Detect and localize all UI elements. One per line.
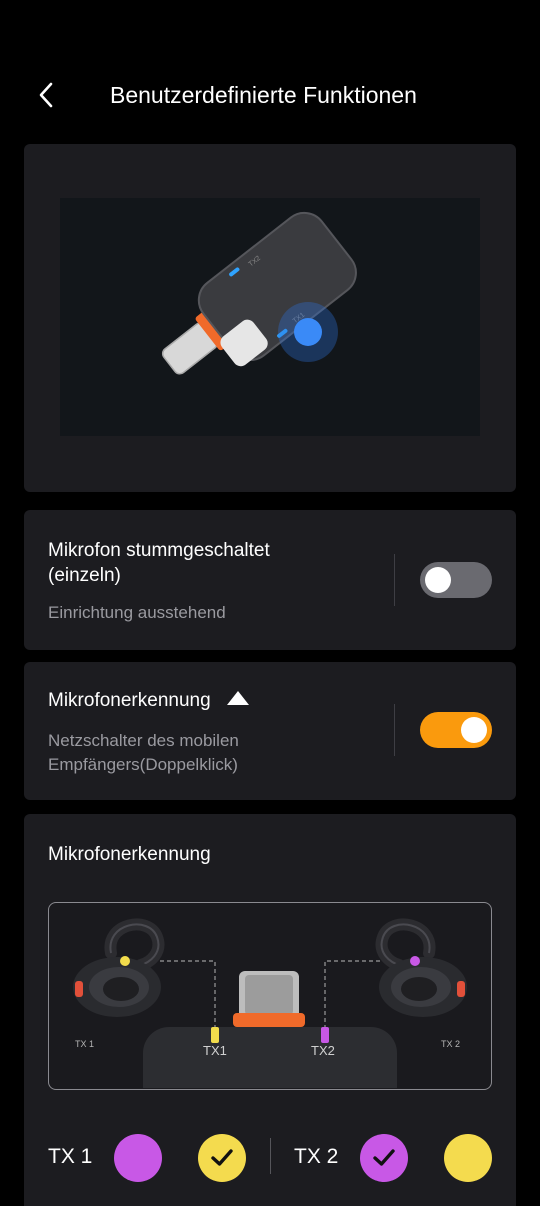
divider	[270, 1138, 271, 1174]
device-illustration: TX2 TX1	[60, 198, 480, 436]
usb-receiver-image: TX2 TX1	[161, 211, 357, 375]
device-preview-card: TX2 TX1	[24, 144, 516, 492]
tx1-label: TX 1	[48, 1145, 93, 1168]
mic-detection-card: Mikrofonerkennung TX 1 TX 2 TX1 TX2 TX 1…	[24, 814, 516, 1206]
back-button[interactable]	[30, 78, 64, 112]
tx2-label: TX 2	[294, 1145, 339, 1168]
pairing-diagram-image: TX 1 TX 2 TX1 TX2	[73, 918, 467, 1089]
right-mic-icon	[375, 918, 467, 1017]
mute-setting-subtitle: Einrichtung ausstehend	[48, 603, 226, 622]
tx2-purple-swatch[interactable]	[360, 1134, 408, 1182]
left-mic-icon	[73, 918, 165, 1017]
detection-setting-subtitle: Netzschalter des mobilen Empfängers(Dopp…	[48, 731, 239, 774]
checkmark-icon	[211, 1149, 233, 1166]
detection-setting-title[interactable]: Mikrofonerkennung	[48, 688, 250, 713]
mute-toggle[interactable]	[420, 562, 492, 598]
tx2-yellow-swatch[interactable]	[444, 1134, 492, 1182]
divider	[394, 704, 395, 756]
right-mic-label: TX 2	[441, 1039, 460, 1049]
app-header: Benutzerdefinierte Funktionen	[0, 60, 540, 130]
port-label-tx2: TX2	[311, 1043, 335, 1058]
mute-setting-title: Mikrofon stummgeschaltet (einzeln)	[48, 540, 270, 586]
port-label-tx1: TX1	[203, 1043, 227, 1058]
left-mic-label: TX 1	[75, 1039, 94, 1049]
toggle-knob	[461, 717, 487, 743]
toggle-knob	[425, 567, 451, 593]
divider	[394, 554, 395, 606]
detection-setting-label: Mikrofonerkennung	[48, 690, 211, 711]
detection-setting-card: Mikrofonerkennung Netzschalter des mobil…	[24, 662, 516, 800]
mic-detection-title: Mikrofonerkennung	[48, 844, 211, 865]
mic-pairing-diagram: TX 1 TX 2 TX1 TX2	[48, 902, 492, 1090]
triangle-up-icon	[226, 691, 249, 705]
page-title: Benutzerdefinierte Funktionen	[110, 82, 417, 108]
tx1-purple-swatch[interactable]	[114, 1134, 162, 1182]
checkmark-icon	[373, 1149, 395, 1166]
chevron-left-icon	[39, 82, 53, 108]
tx-color-selector: TX 1 TX 2	[24, 1132, 516, 1184]
mute-setting-card: Mikrofon stummgeschaltet (einzeln) Einri…	[24, 510, 516, 650]
tx1-yellow-swatch[interactable]	[198, 1134, 246, 1182]
detection-toggle[interactable]	[420, 712, 492, 748]
